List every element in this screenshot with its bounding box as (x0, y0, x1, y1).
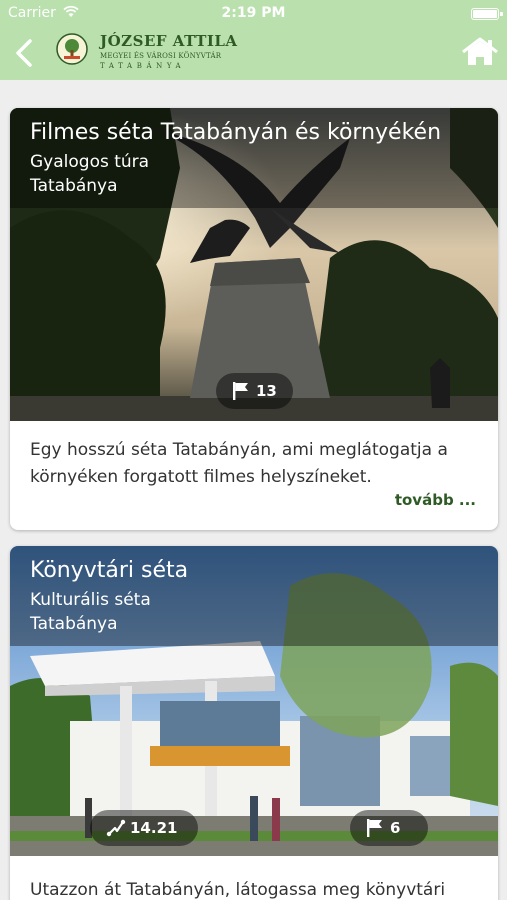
tour-photo-eagle-statue: Filmes séta Tatabányán és környékén Gyal… (10, 108, 498, 421)
flag-icon (367, 819, 382, 837)
battery-icon (471, 8, 503, 20)
distance-badge: 14.21 (90, 810, 198, 846)
logo-subtitle: MEGYEI ÉS VÁROSI KÖNYVTÁR (100, 52, 222, 60)
tour-card-film-walk[interactable]: Filmes séta Tatabányán és környékén Gyal… (10, 108, 498, 530)
tour-description: Egy hosszú séta Tatabányán, ami meglátog… (30, 440, 448, 487)
distance-value: 14.21 (130, 819, 178, 837)
status-bar: Carrier 2:19 PM (0, 0, 507, 28)
tour-type: Kulturális séta (30, 590, 151, 610)
route-icon (106, 819, 126, 837)
library-emblem-icon (55, 32, 89, 66)
tour-description: Utazzon át Tatabányán, látogassa meg kön… (30, 880, 446, 900)
logo-city: TATABÁNYA (100, 62, 186, 70)
stations-count: 6 (390, 819, 401, 837)
tour-card-library-walk[interactable]: Könyvtári séta Kulturális séta Tatabánya… (10, 546, 498, 900)
tour-photo-library-building: Könyvtári séta Kulturális séta Tatabánya… (10, 546, 498, 856)
tour-title: Filmes séta Tatabányán és környékén (30, 120, 442, 145)
top-bar: Carrier 2:19 PM JÓZSEF ATTILA MEGYEI ÉS … (0, 0, 507, 80)
home-icon (462, 37, 498, 65)
flag-icon (233, 382, 248, 400)
stations-count-badge: 13 (216, 373, 293, 409)
tour-city: Tatabánya (30, 614, 118, 634)
stations-count-badge: 6 (350, 810, 428, 846)
back-button[interactable] (10, 36, 40, 70)
status-time: 2:19 PM (221, 5, 286, 21)
tour-title: Könyvtári séta (30, 558, 189, 583)
library-logo: JÓZSEF ATTILA MEGYEI ÉS VÁROSI KÖNYVTÁR … (55, 32, 255, 72)
home-button[interactable] (460, 36, 500, 68)
stations-count: 13 (256, 382, 277, 400)
tour-city: Tatabánya (30, 176, 118, 196)
logo-title: JÓZSEF ATTILA (100, 32, 238, 50)
back-chevron-icon (16, 39, 32, 67)
more-link[interactable]: tovább ... (395, 491, 476, 509)
tour-type: Gyalogos túra (30, 152, 150, 172)
